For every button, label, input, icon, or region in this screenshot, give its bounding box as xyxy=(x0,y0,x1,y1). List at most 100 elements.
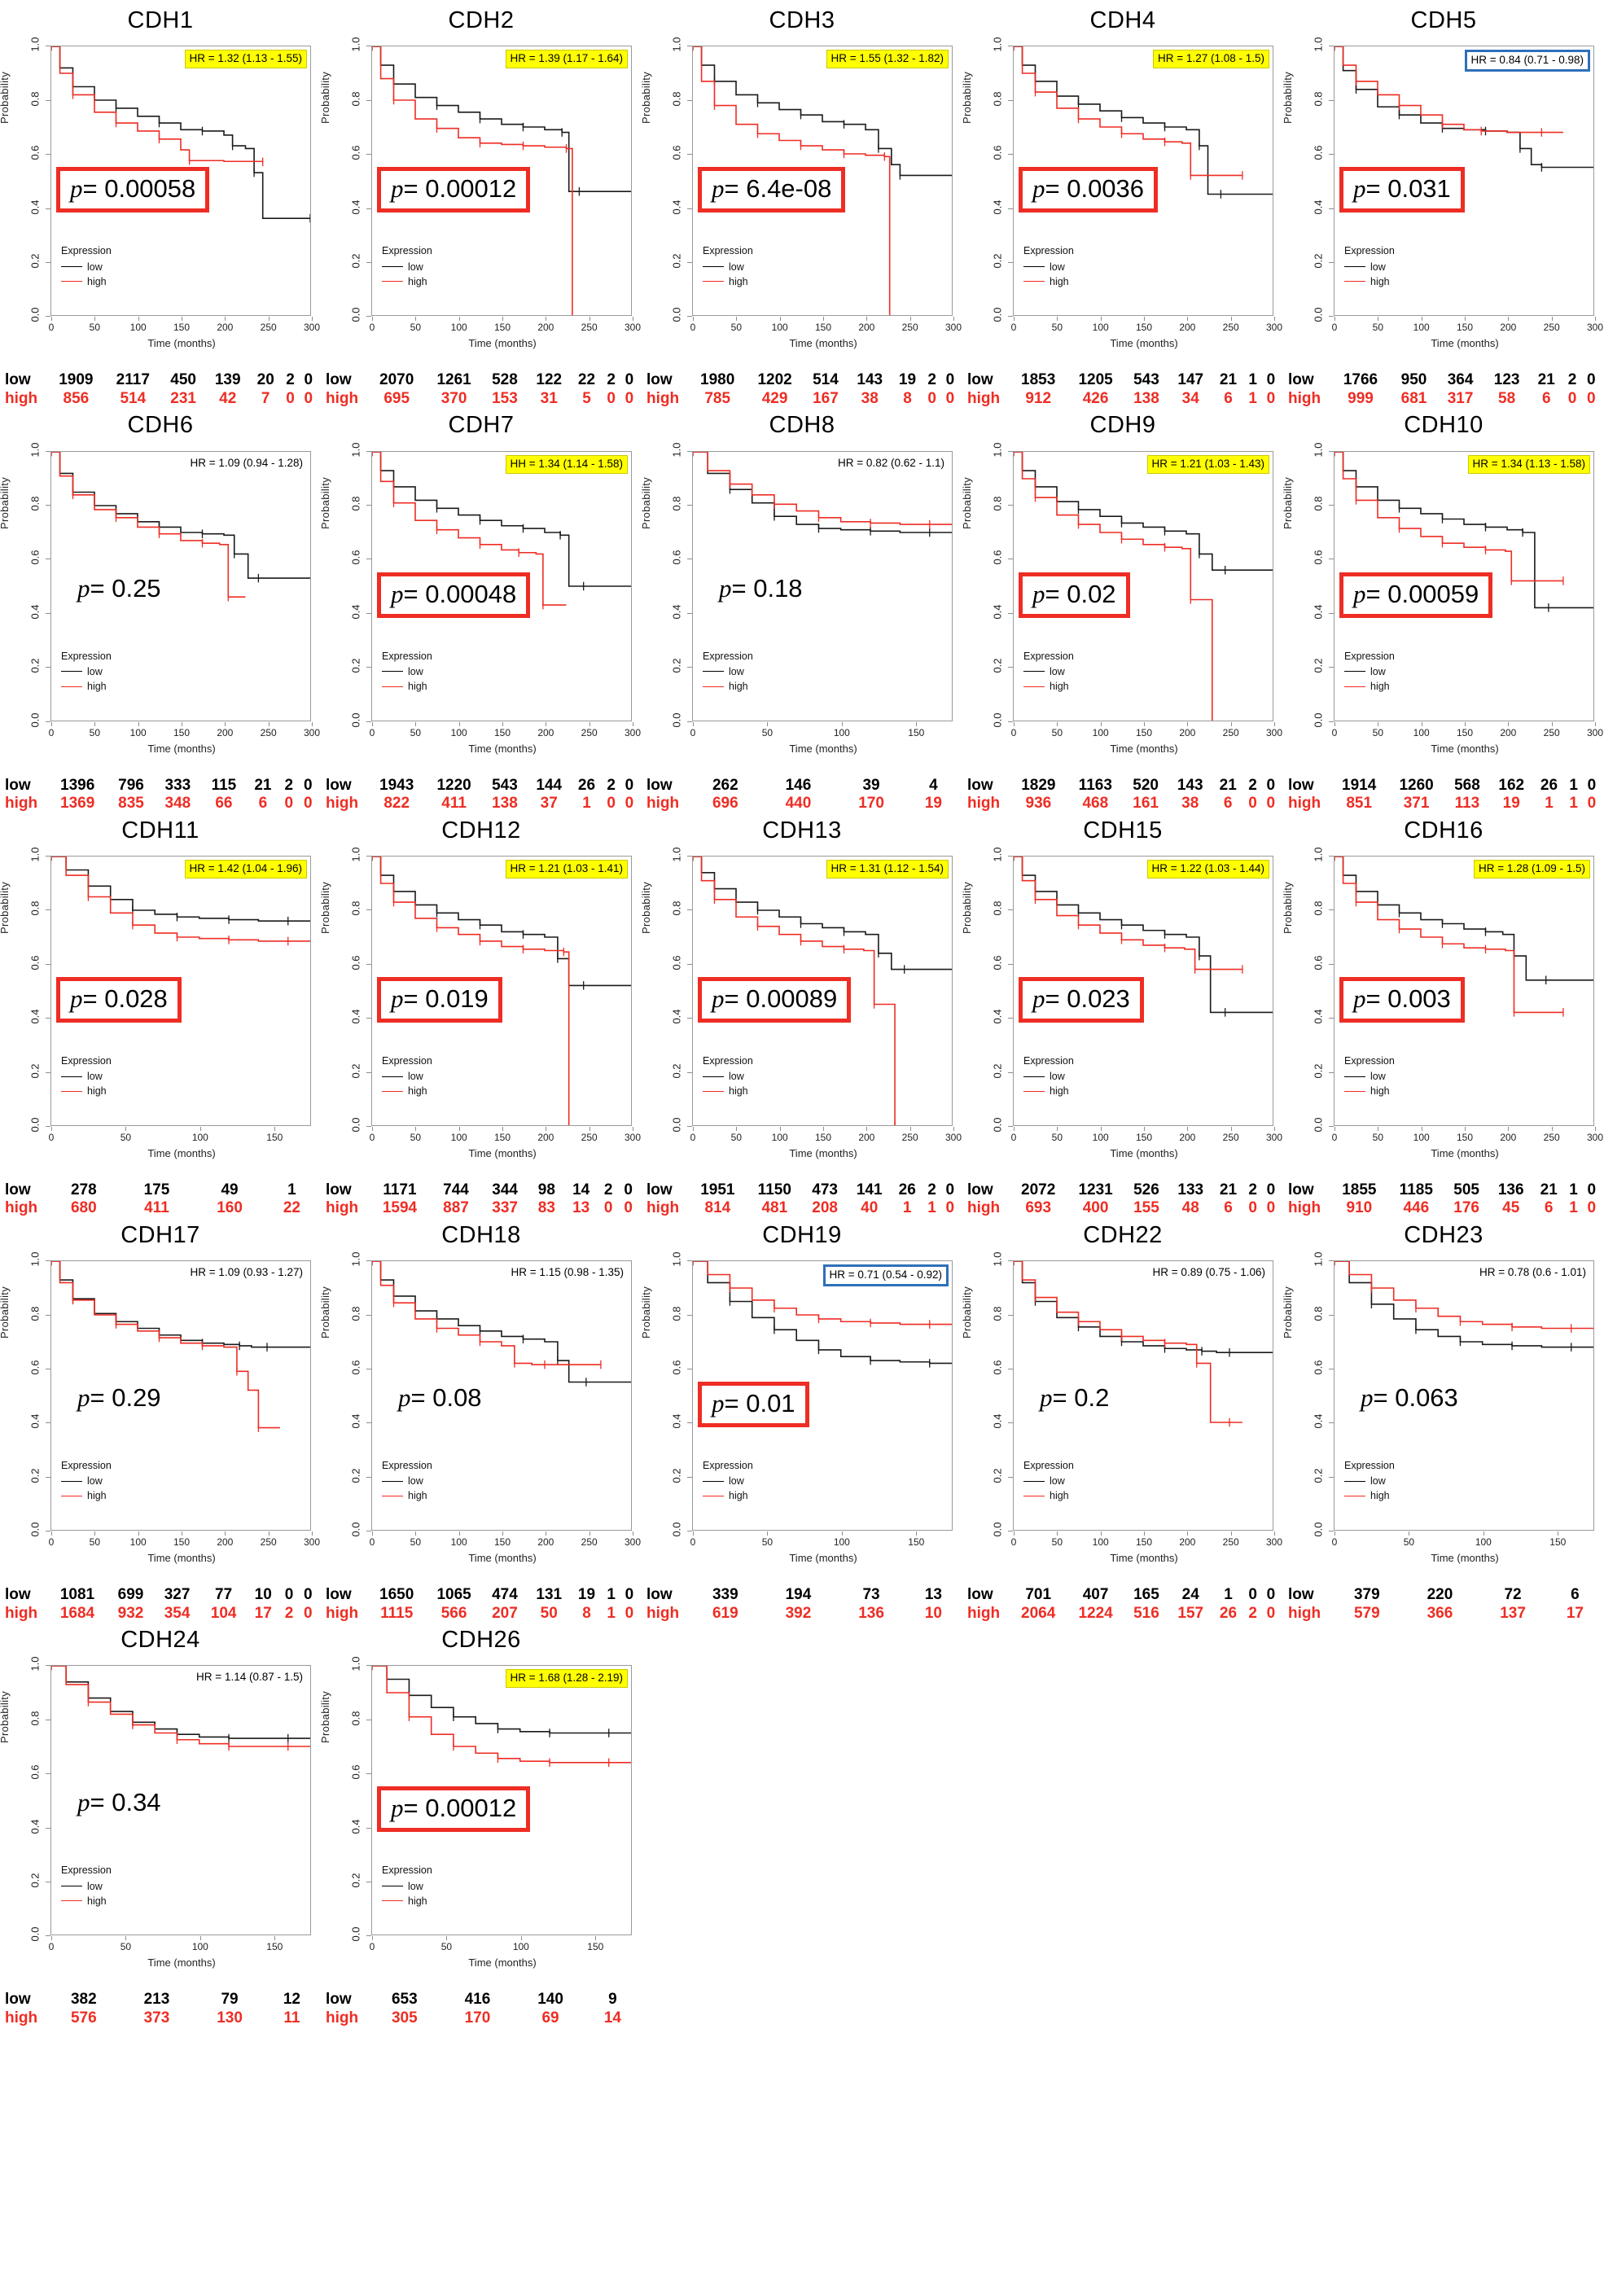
x-tick-mark xyxy=(953,317,954,322)
x-tick-mark xyxy=(446,1936,448,1941)
y-tick-mark xyxy=(1008,721,1013,722)
x-tick-mark xyxy=(1334,1531,1335,1536)
risk-row-label-high: high xyxy=(5,2009,38,2027)
plot-area: HR = 1.27 (1.08 - 1.5) p= 0.0036 Expressio… xyxy=(1013,46,1273,317)
y-tick-label: 0.4 xyxy=(28,1819,42,1834)
y-tick-label: 1.0 xyxy=(349,442,362,458)
legend-item-low: low xyxy=(1023,1474,1074,1488)
y-tick-label: 0.2 xyxy=(349,658,362,673)
x-tick-mark xyxy=(1014,721,1015,726)
y-tick-label: 1.0 xyxy=(28,1251,42,1267)
risk-row-label-high: high xyxy=(967,389,1001,407)
y-tick-label: 0.0 xyxy=(28,307,42,322)
legend-label-low: low xyxy=(408,1071,423,1083)
y-axis-label: Probability xyxy=(0,1286,11,1339)
x-tick-label: 300 xyxy=(303,726,321,738)
x-tick-label: 0 xyxy=(48,1536,55,1549)
x-tick-mark xyxy=(125,1936,127,1941)
x-tick-mark xyxy=(1551,721,1553,726)
x-tick-mark xyxy=(1483,1531,1484,1536)
x-tick-label: 300 xyxy=(1586,1131,1604,1143)
plot-wrapper: Probability 1.0 0.8 0.6 0.4 0.2 0.0 HR = 0.78 (… xyxy=(1282,1249,1604,1591)
x-tick-mark xyxy=(274,1126,276,1131)
plot-wrapper: Probability 1.0 0.8 0.6 0.4 0.2 0.0 HR = 0.82 (… xyxy=(640,440,962,782)
x-tick-label: 150 xyxy=(1456,322,1474,334)
x-tick-mark xyxy=(866,317,868,322)
hazard-ratio-label: HR = 0.84 (0.71 - 0.98) xyxy=(1464,50,1590,72)
y-tick-label: 1.0 xyxy=(670,1251,683,1267)
legend-title: Expression xyxy=(382,245,432,257)
legend-label-high: high xyxy=(408,680,427,692)
legend-title: Expression xyxy=(1023,1460,1074,1472)
x-tick-mark xyxy=(1274,1531,1275,1536)
plot-area: HR = 0.89 (0.75 - 1.06) p= 0.2 Expression l… xyxy=(1013,1260,1273,1531)
y-tick-label: 1.0 xyxy=(991,847,1004,862)
legend-item-low: low xyxy=(1344,260,1395,274)
panel-title: CDH22 xyxy=(1083,1221,1163,1248)
x-tick-label: 250 xyxy=(581,1536,598,1549)
x-axis-label: Time (months) xyxy=(1431,742,1499,755)
x-axis-label: Time (months) xyxy=(1431,1146,1499,1159)
y-tick-label: 0.8 xyxy=(349,1306,362,1321)
y-tick-label: 0.4 xyxy=(28,604,42,620)
risk-value: 0 xyxy=(284,795,294,813)
y-tick-label: 1.0 xyxy=(991,442,1004,458)
risk-value: 153 xyxy=(492,389,518,407)
y-tick-label: 0.4 xyxy=(991,1413,1004,1429)
y-tick-label: 0.6 xyxy=(1312,955,1325,971)
x-axis-label: Time (months) xyxy=(147,742,216,755)
x-tick-mark xyxy=(866,1126,868,1131)
p-symbol: p xyxy=(719,573,732,602)
y-tick-label: 0.6 xyxy=(670,145,683,160)
y-tick-label: 0.4 xyxy=(349,199,362,215)
x-tick-label: 250 xyxy=(1222,322,1239,334)
y-tick-label: 0.4 xyxy=(349,1009,362,1024)
numbers-at-risk-table: low 278 175 49 1 high 680 411 160 22 xyxy=(0,1181,321,1218)
legend-line-high-icon xyxy=(703,1090,724,1092)
x-tick-label: 300 xyxy=(1265,1536,1283,1549)
risk-value: 856 xyxy=(63,389,90,407)
x-tick-label: 50 xyxy=(89,726,101,738)
y-tick-label: 0.4 xyxy=(28,1413,42,1429)
panel-title: CDH6 xyxy=(127,412,194,439)
x-tick-label: 300 xyxy=(624,1536,642,1549)
risk-value: 14 xyxy=(603,2009,621,2027)
p-value-label: p= 0.063 xyxy=(1356,1382,1463,1413)
legend-item-low: low xyxy=(1023,260,1074,274)
numbers-at-risk-table: low 1909 2117 450 139 20 2 0 high 856 514 231 42 7 0 0 xyxy=(0,371,321,408)
legend-item-low: low xyxy=(1344,664,1395,679)
risk-row-high: high 305 170 69 14 xyxy=(324,2009,638,2027)
p-value-label: p= 0.00048 xyxy=(377,572,531,618)
risk-value: 440 xyxy=(785,795,812,813)
x-tick-mark xyxy=(51,1126,52,1131)
risk-row-high: high 579 366 137 17 xyxy=(1286,1605,1601,1623)
x-tick-mark xyxy=(1187,317,1189,322)
legend-label-low: low xyxy=(729,1475,744,1488)
y-tick-label: 0.0 xyxy=(28,1117,42,1133)
legend-title: Expression xyxy=(61,1864,112,1877)
legend-item-high: high xyxy=(703,679,753,694)
x-axis-label: Time (months) xyxy=(468,1146,537,1159)
risk-value: 0 xyxy=(624,1199,633,1217)
legend-item-high: high xyxy=(61,1084,112,1098)
hazard-ratio-label: HR = 1.42 (1.04 - 1.96) xyxy=(184,859,307,879)
x-tick-label: 300 xyxy=(1265,1131,1283,1143)
p-value-number: = 0.01 xyxy=(724,1389,795,1418)
survival-panel: CDH7 Probability 1.0 0.8 0.6 0.4 0.2 0.0 HH = 1.… xyxy=(319,408,642,813)
risk-value: 851 xyxy=(1346,795,1373,813)
risk-value: 680 xyxy=(70,1199,97,1217)
x-tick-label: 0 xyxy=(369,1131,375,1143)
p-value-label: p= 0.25 xyxy=(72,572,166,604)
legend-item-high: high xyxy=(382,1084,432,1098)
risk-value: 160 xyxy=(217,1199,243,1217)
p-symbol: p xyxy=(391,579,404,608)
x-tick-mark xyxy=(502,721,503,726)
x-tick-mark xyxy=(225,721,226,726)
risk-value: 1594 xyxy=(382,1199,418,1217)
y-tick-label: 1.0 xyxy=(28,37,42,52)
plot-area: HR = 1.55 (1.32 - 1.82) p= 6.4e-08 Express… xyxy=(692,46,953,317)
legend-line-high-icon xyxy=(382,281,403,283)
x-tick-mark xyxy=(1230,721,1232,726)
x-tick-label: 50 xyxy=(1051,1536,1063,1549)
x-axis-label: Time (months) xyxy=(1431,337,1499,350)
